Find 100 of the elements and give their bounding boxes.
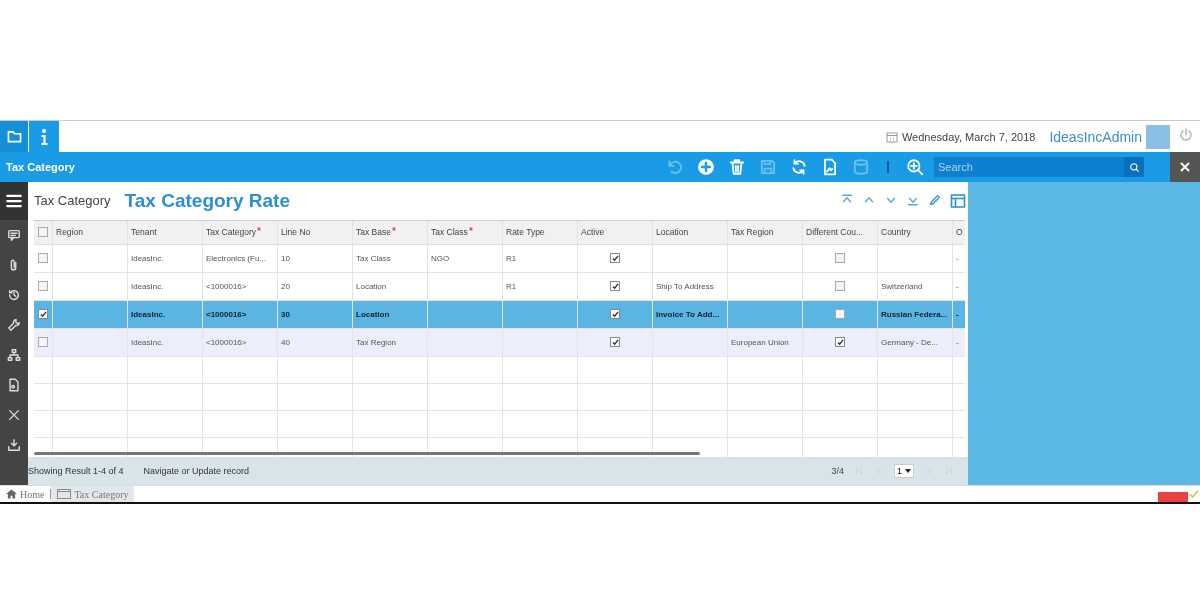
table-row[interactable]: IdeasInc. <1000016> 30 Location Invoice To Add... Russian Federa... - (34, 300, 965, 329)
checkbox[interactable] (835, 337, 845, 348)
scrollbar[interactable] (34, 452, 700, 456)
history-icon[interactable] (7, 288, 21, 302)
calendar-icon (885, 130, 898, 143)
row-checkbox[interactable] (38, 253, 48, 264)
checkbox[interactable] (610, 309, 620, 320)
table-cell: IdeasInc. (131, 309, 166, 319)
column-header[interactable]: Different Cou... (806, 226, 863, 237)
table-cell: 30 (281, 309, 290, 319)
avatar[interactable] (1146, 124, 1170, 149)
table-row[interactable]: IdeasInc. <1000016> 40 Tax Region European Union Germany - De... - (34, 328, 965, 357)
column-header[interactable]: Tenant (131, 226, 157, 237)
info-tab[interactable] (29, 121, 59, 152)
table-cell: European Union (731, 337, 789, 347)
column-header[interactable]: Active (581, 226, 605, 237)
table-cell: Germany - De... (881, 337, 938, 347)
table-cell: Tax Region (356, 337, 397, 347)
power-icon[interactable] (1178, 126, 1194, 143)
column-header[interactable]: Tax Category (206, 226, 257, 237)
required-icon (391, 226, 396, 231)
document-button[interactable] (821, 158, 839, 176)
table-cell: Ship To Address (656, 281, 714, 291)
table-cell: - (956, 281, 959, 291)
folder-tab[interactable] (0, 121, 28, 152)
table-cell: IdeasInc. (131, 281, 164, 291)
user-name[interactable]: IdeasIncAdmin (1049, 128, 1142, 145)
checkbox[interactable] (610, 337, 620, 348)
table-cell: Location (356, 281, 387, 291)
edit-icon[interactable] (928, 192, 942, 207)
search-input[interactable]: Search (934, 160, 1124, 174)
table-cell: 10 (281, 253, 290, 263)
page-select[interactable]: 1 (894, 464, 914, 479)
window-label: Tax Category (34, 193, 111, 209)
column-header[interactable]: Line No (281, 226, 311, 237)
table-cell: - (956, 253, 959, 263)
table-row[interactable]: IdeasInc. <1000016> 20 Location R1 Ship To Address Switzerland - (34, 272, 965, 301)
required-icon (257, 226, 262, 231)
table-cell: IdeasInc. (131, 253, 164, 263)
table-cell: - (956, 337, 959, 347)
info-icon[interactable] (40, 127, 48, 146)
checkbox[interactable] (610, 253, 620, 264)
checkbox[interactable] (610, 281, 620, 292)
row-checkbox[interactable] (38, 309, 48, 320)
table-cell: Location (356, 309, 390, 319)
table-cell: Invoice To Add... (656, 309, 720, 319)
add-button[interactable] (697, 158, 715, 176)
column-header[interactable]: Region (56, 226, 83, 237)
grid-toggle-icon[interactable] (950, 192, 966, 209)
column-header[interactable]: Tax Base (356, 226, 391, 237)
table-row[interactable]: IdeasInc. Electronics (Fu... 10 Tax Class NGO R1 - (34, 244, 965, 273)
archive-icon[interactable] (7, 438, 21, 452)
row-checkbox[interactable] (38, 281, 48, 292)
refresh-button[interactable] (790, 158, 808, 176)
table-cell: Electronics (Fu... (206, 253, 266, 263)
table-cell: R1 (506, 253, 517, 263)
search-field[interactable]: Search (934, 157, 1144, 177)
select-all-checkbox[interactable] (38, 226, 48, 237)
trash-button[interactable] (728, 158, 746, 176)
checkmark-icon[interactable] (1188, 488, 1200, 500)
footer-tab[interactable]: Tax Category (51, 486, 135, 502)
menu-icon[interactable] (5, 192, 23, 210)
table-cell: R1 (506, 281, 517, 291)
record-counter: 3/4 (831, 466, 844, 477)
result-count: Showing Result 1-4 of 4 (28, 466, 125, 477)
wrench-icon[interactable] (7, 318, 21, 332)
column-header[interactable]: Rate Type (506, 226, 545, 237)
table-cell: 20 (281, 281, 290, 291)
column-header[interactable]: Location (656, 226, 689, 237)
row-checkbox[interactable] (38, 337, 48, 348)
hierarchy-icon[interactable] (7, 348, 21, 362)
table-cell: Russian Federa... (881, 309, 948, 319)
checkbox[interactable] (835, 309, 845, 320)
table-cell: NGO (431, 253, 450, 263)
close-icon[interactable] (7, 408, 21, 422)
chat-icon[interactable] (7, 228, 21, 242)
zoom-in-button[interactable] (906, 158, 924, 176)
column-header[interactable]: Country (881, 226, 911, 237)
checkbox[interactable] (835, 253, 845, 264)
table-cell: <1000016> (206, 337, 247, 347)
close-button[interactable] (1170, 152, 1200, 182)
column-header[interactable]: O (956, 226, 963, 237)
table-cell: 40 (281, 337, 290, 347)
date-label: Wednesday, March 7, 2018 (901, 130, 1036, 143)
dropdown-caret-icon[interactable] (905, 469, 911, 474)
window-icon[interactable] (57, 489, 72, 499)
table-cell: <1000016> (206, 281, 247, 291)
table-cell: IdeasInc. (131, 337, 164, 347)
column-header[interactable]: Tax Region (731, 226, 774, 237)
checkbox[interactable] (835, 281, 845, 292)
status-message: Navigate or Update record (143, 466, 250, 477)
search-icon[interactable] (1128, 161, 1140, 173)
required-icon (468, 226, 473, 231)
footer-tab[interactable]: Home (0, 486, 51, 502)
table-cell: Tax Class (356, 253, 391, 263)
folder-icon[interactable] (6, 130, 22, 143)
report-icon[interactable] (7, 378, 21, 392)
table-cell: <1000016> (206, 309, 247, 319)
home-icon[interactable] (6, 489, 17, 499)
column-header[interactable]: Tax Class (431, 226, 468, 237)
